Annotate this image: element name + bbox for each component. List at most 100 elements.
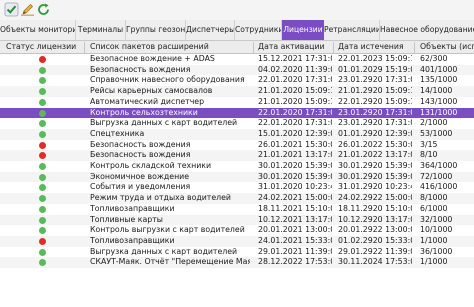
activation-date: 15.12.2021 17:31:01 bbox=[258, 54, 332, 63]
expiry-date: 10.12.2920 13:17:01 bbox=[338, 214, 412, 224]
column-divider[interactable] bbox=[333, 42, 334, 53]
activation-date: 24.01.2021 15:33:05 bbox=[258, 235, 332, 245]
toolbar bbox=[0, 0, 474, 20]
tab-employees[interactable]: Сотрудники bbox=[235, 20, 282, 40]
status-active-indicator bbox=[39, 66, 46, 74]
status-active-indicator bbox=[39, 173, 46, 181]
column-divider[interactable] bbox=[414, 42, 415, 53]
expiry-date: 01.01.2920 12:39:05 bbox=[338, 128, 412, 138]
tab-dispatchers[interactable]: Диспетчеры bbox=[186, 20, 235, 40]
expiry-date: 24.02.2922 15:00:05 bbox=[338, 193, 412, 203]
package-name: Безопасность вождения bbox=[90, 139, 191, 149]
expiry-date: 01.01.2029 15:19:05 bbox=[338, 64, 412, 74]
table-row[interactable]: Спецтехника 15.01.2020 12:39:05 01.01.2920… bbox=[0, 128, 474, 140]
table-row[interactable]: События и уведомления 31.01.2020 10:23:40… bbox=[0, 182, 474, 193]
table-row[interactable]: Автоматический диспетчер 21.01.2020 15:09… bbox=[0, 97, 474, 108]
package-name: Рейсы карьерных самосвалов bbox=[90, 86, 213, 96]
tab-monitoring-objects[interactable]: Объекты мониторинга bbox=[0, 20, 76, 40]
tab-relays[interactable]: Ретрансляции bbox=[324, 20, 380, 40]
expiry-date: 26.01.2022 15:30:00 bbox=[338, 139, 412, 149]
package-name: Режим труда и отдыха водителей bbox=[90, 193, 231, 203]
expiry-date: 23.01.2920 17:31:07 bbox=[338, 75, 412, 85]
objects-usage: 364/1000 bbox=[420, 161, 458, 170]
table-row[interactable]: Контроль сельхозтехники 22.01.2020 17:31:… bbox=[0, 107, 474, 119]
status-active-indicator bbox=[39, 98, 46, 106]
table-row[interactable]: Рейсы карьерных самосвалов 21.01.2020 15:… bbox=[0, 86, 474, 97]
column-header-package[interactable]: Список пакетов расширений bbox=[90, 41, 250, 54]
package-name: Безопасность вождения bbox=[90, 64, 191, 74]
table-row[interactable]: Контроль складской техники 30.01.2020 15:… bbox=[0, 161, 474, 172]
package-name: События и уведомления bbox=[90, 182, 191, 192]
refresh-icon[interactable] bbox=[36, 2, 51, 17]
status-active-indicator bbox=[39, 205, 46, 213]
package-name: Экономичное вождение bbox=[90, 171, 190, 181]
objects-usage: 10/1000 bbox=[420, 225, 453, 235]
activation-date: 15.01.2020 12:39:05 bbox=[258, 128, 332, 138]
table-row[interactable]: Топливозаправщики 24.01.2021 15:33:05 01.0… bbox=[0, 235, 474, 247]
table-header: Статус лицензии Список пакетов расширени… bbox=[0, 41, 474, 54]
table-row[interactable]: Топливные карты 10.12.2021 13:17:01 10.12.… bbox=[0, 214, 474, 226]
tab-terminals[interactable]: Терминалы bbox=[76, 20, 126, 40]
table-body: Безопасное вождение + ADAS 15.12.2021 17:… bbox=[0, 54, 474, 307]
expiry-date: 22.01.2023 15:09:15 bbox=[338, 54, 412, 63]
expiry-date: 31.01.2920 10:23:40 bbox=[338, 182, 412, 192]
pencil-icon[interactable] bbox=[20, 2, 35, 17]
table-row[interactable]: Безопасное вождение + ADAS 15.12.2021 17:… bbox=[0, 54, 474, 65]
status-active-indicator bbox=[39, 77, 46, 85]
table-row[interactable]: СКАУТ-Маяк. Отчёт "Перемещение Маяков" 28… bbox=[0, 257, 474, 268]
table-row[interactable]: Выгрузка данных с карт водителей 22.01.20… bbox=[0, 118, 474, 129]
column-divider[interactable] bbox=[84, 42, 85, 53]
tab-geozone-groups[interactable]: Группы геозон bbox=[126, 20, 186, 40]
activation-date: 24.02.2021 15:00:05 bbox=[258, 193, 332, 203]
column-divider[interactable] bbox=[253, 42, 254, 53]
expiry-date: 29.01.2922 11:39:05 bbox=[338, 246, 412, 256]
activation-date: 22.01.2020 17:31:07 bbox=[258, 118, 332, 128]
table-row[interactable]: Безопасность вождения 21.01.2021 13:17:00… bbox=[0, 150, 474, 161]
objects-usage: 72/1000 bbox=[420, 171, 453, 181]
status-expired-indicator bbox=[39, 56, 46, 63]
table-row[interactable]: Контроль выгрузки с карт водителей 20.01.… bbox=[0, 225, 474, 236]
objects-usage: 401/1000 bbox=[420, 64, 458, 74]
status-active-indicator bbox=[39, 216, 46, 224]
table-row[interactable]: Справочник навесного оборудования 22.01.2… bbox=[0, 75, 474, 86]
status-active-indicator bbox=[39, 130, 46, 138]
objects-usage: 3/15 bbox=[420, 139, 438, 149]
status-expired-indicator bbox=[39, 141, 46, 149]
objects-usage: 135/1000 bbox=[420, 75, 458, 85]
activation-date: 22.01.2020 17:31:07 bbox=[258, 107, 332, 117]
table-row[interactable]: Безопасность вождения 04.02.2020 11:39:05… bbox=[0, 64, 474, 76]
status-active-indicator bbox=[39, 163, 46, 170]
objects-usage: 143/1000 bbox=[420, 96, 458, 106]
status-expired-indicator bbox=[39, 152, 46, 160]
expiry-date: 30.11.2024 17:53:05 bbox=[338, 257, 412, 267]
column-header-status[interactable]: Статус лицензии bbox=[6, 41, 82, 54]
activation-date: 21.01.2020 15:09:15 bbox=[258, 86, 332, 96]
activation-date: 21.01.2020 15:09:15 bbox=[258, 96, 332, 106]
status-active-indicator bbox=[39, 195, 46, 203]
status-active-indicator bbox=[39, 227, 46, 235]
table-row[interactable]: Режим труда и отдыха водителей 24.02.2021… bbox=[0, 193, 474, 204]
expiry-date: 01.02.2920 15:33:05 bbox=[338, 235, 412, 245]
status-active-indicator bbox=[39, 109, 46, 117]
activation-date: 22.01.2020 17:31:07 bbox=[258, 75, 332, 85]
column-header-objects[interactable]: Объекты (испо bbox=[420, 41, 474, 54]
check-icon[interactable] bbox=[4, 2, 19, 17]
activation-date: 28.12.2022 17:53:05 bbox=[258, 257, 332, 267]
expiry-date: 22.01.2920 15:09:15 bbox=[338, 96, 412, 106]
table-row[interactable]: Экономичное вождение 30.01.2020 15:39:05 3… bbox=[0, 171, 474, 183]
tab-mounted-equipment[interactable]: Навесное оборудование bbox=[380, 20, 474, 40]
tab-licenses[interactable]: Лицензии bbox=[282, 20, 324, 40]
table-row[interactable]: Топливозаправщики 18.11.2021 15:10:06 18.1… bbox=[0, 204, 474, 215]
objects-usage: 62/300 bbox=[420, 54, 448, 63]
objects-usage: 1/1000 bbox=[420, 257, 448, 267]
activation-date: 29.01.2021 11:39:05 bbox=[258, 246, 332, 256]
table-row[interactable]: Выгрузка данных с карт водителей 29.01.20… bbox=[0, 247, 474, 258]
table-row[interactable]: Безопасность вождения 26.01.2021 15:30:00… bbox=[0, 140, 474, 151]
expiry-date: 21.01.2920 15:09:15 bbox=[338, 86, 412, 96]
column-header-expiry-date[interactable]: Дата истечения bbox=[338, 41, 412, 54]
column-header-activation-date[interactable]: Дата активации bbox=[258, 41, 330, 54]
activation-date: 10.12.2021 13:17:01 bbox=[258, 214, 332, 224]
package-name: СКАУТ-Маяк. Отчёт "Перемещение Маяков" bbox=[90, 257, 250, 267]
status-active-indicator bbox=[39, 259, 46, 267]
objects-usage: 14/1000 bbox=[420, 86, 453, 96]
